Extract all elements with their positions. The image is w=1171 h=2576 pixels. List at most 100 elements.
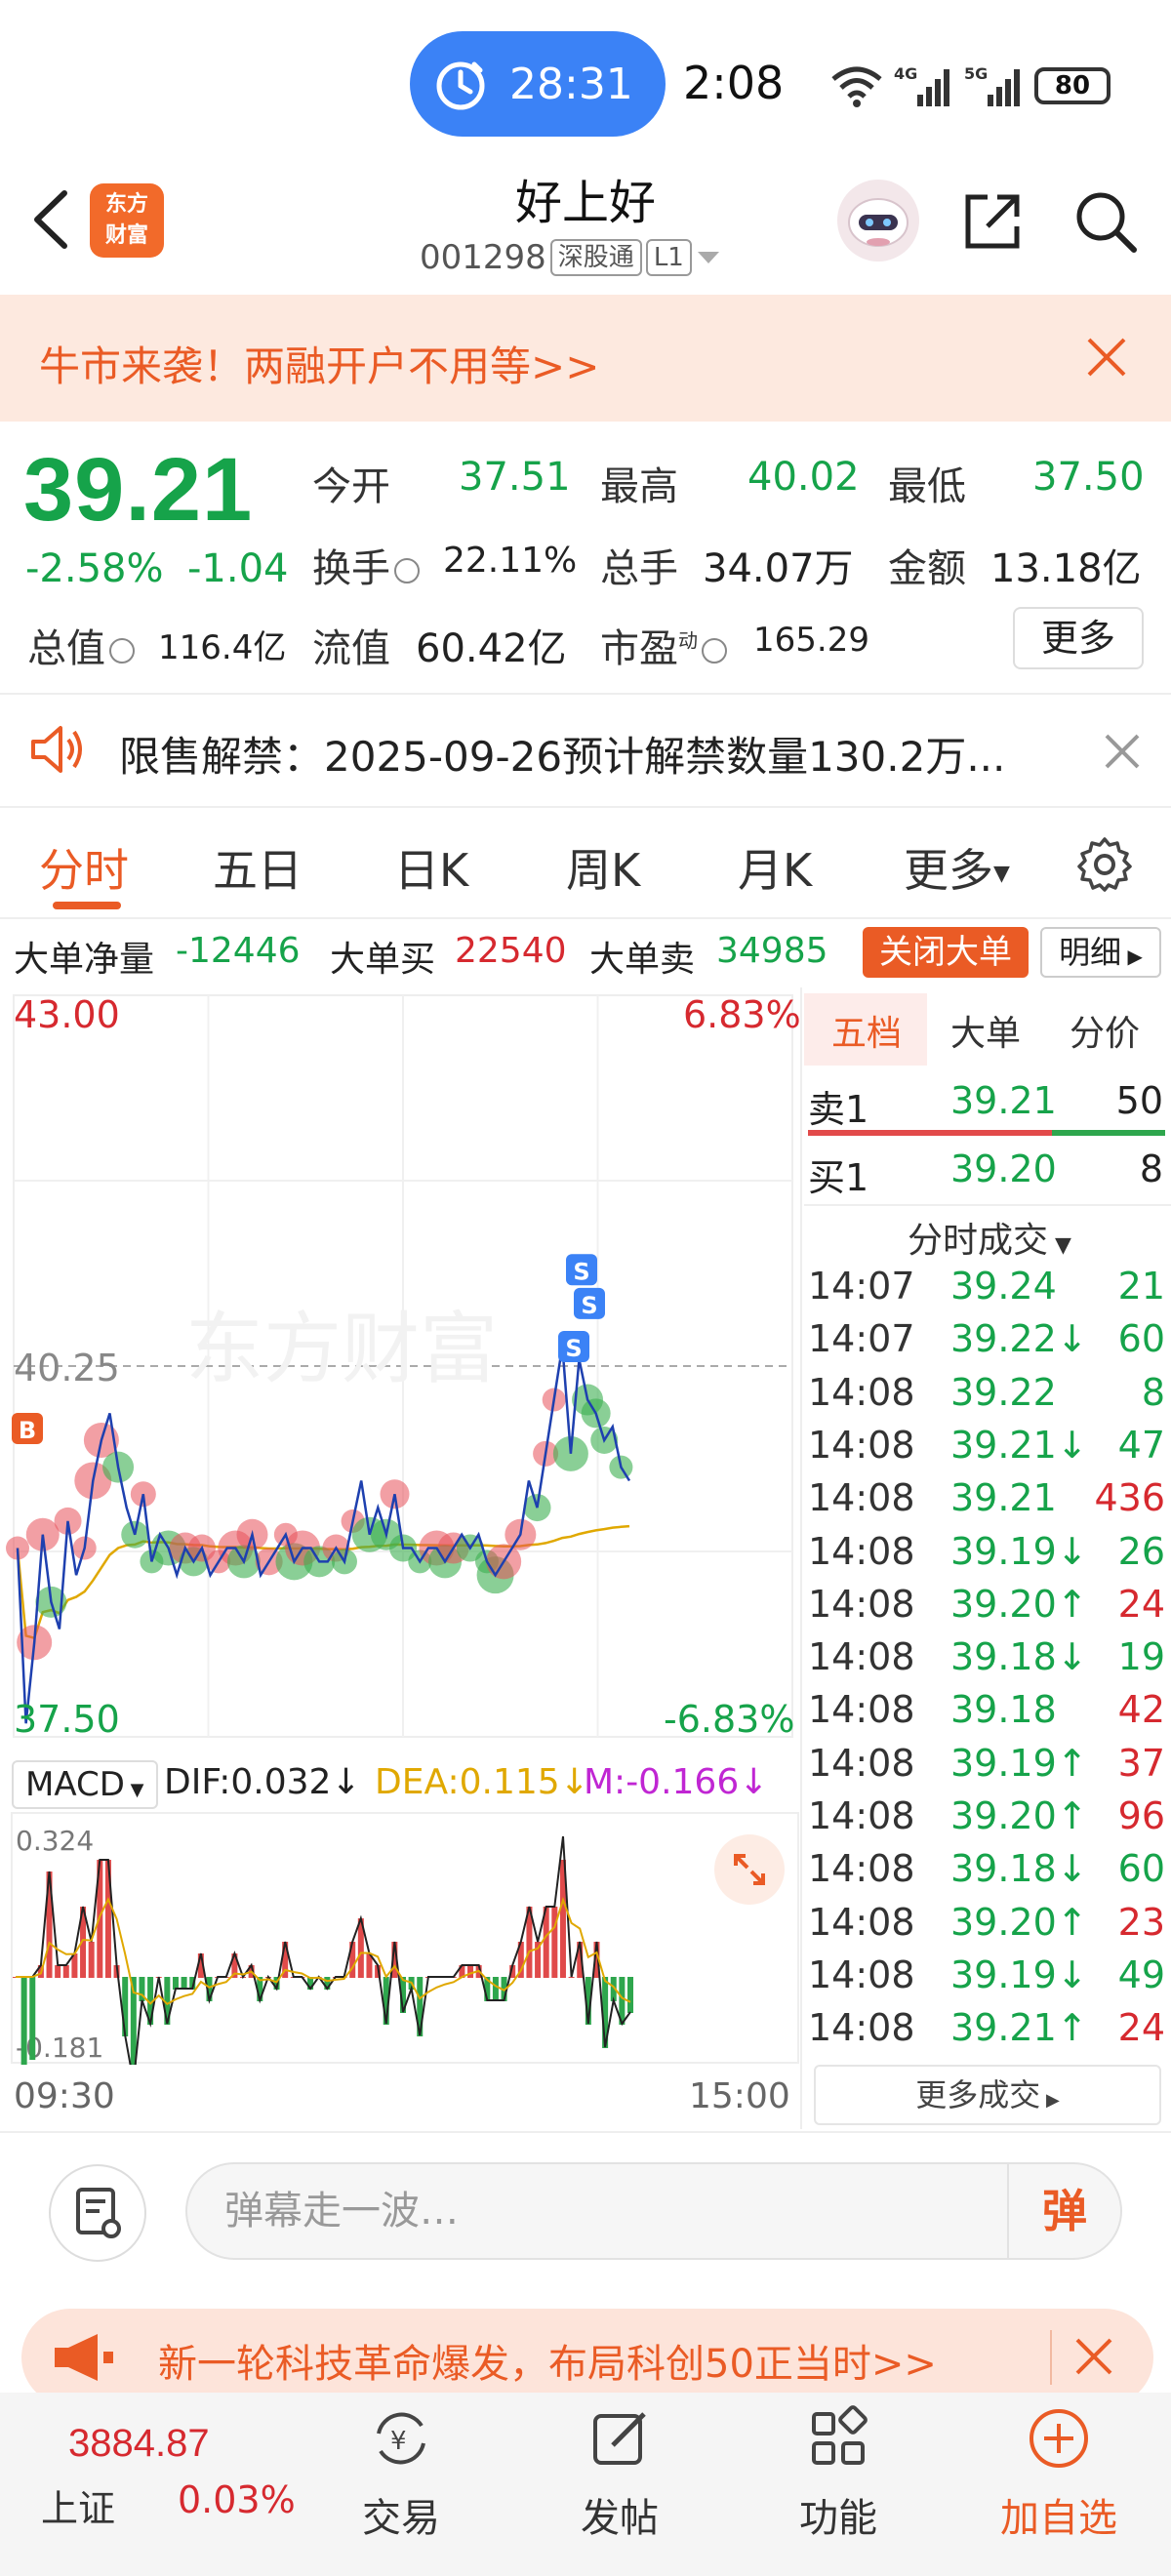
subtab-big-orders[interactable]: 大单 (950, 1005, 1021, 1056)
mktcap-label-text: 总值 (27, 626, 105, 671)
promo-text: 牛市来袭！两融开户不用等>> (39, 342, 600, 390)
float-label: 流值 (312, 626, 390, 671)
turnover-label-text: 换手 (312, 546, 390, 591)
caret-right-icon: ▶ (1040, 2090, 1060, 2111)
gear-icon[interactable] (1075, 835, 1134, 894)
info-icon[interactable] (702, 638, 727, 664)
nav-add-watchlist[interactable]: 加自选 (986, 2404, 1132, 2560)
trade-row: 14:08 39.21↓ 47 (808, 1424, 1169, 1476)
close-icon[interactable] (1103, 732, 1142, 771)
change-amt: -1.04 (187, 546, 289, 591)
tab-intraday[interactable]: 分时 (39, 835, 129, 900)
trade-row: 14:08 39.19↓ 49 (808, 1953, 1169, 2006)
ad-banner[interactable]: 新一轮科技革命爆发，布局科创50正当时>> (21, 2309, 1153, 2406)
sell1-price: 39.21 (950, 1079, 1057, 1122)
trade-price: 39.20↑ (950, 1582, 1088, 1626)
buy1-price: 39.20 (950, 1147, 1057, 1190)
more-trades-button[interactable]: 更多成交 ▶ (814, 2065, 1161, 2125)
share-icon[interactable] (958, 187, 1027, 256)
trade-row: 14:08 39.19↓ 26 (808, 1530, 1169, 1583)
svg-text:¥: ¥ (390, 2427, 407, 2456)
trade-price: 39.21 (950, 1476, 1057, 1520)
timer-pill[interactable]: 28:31 (410, 31, 666, 137)
buy1-row: 买1 39.20 8 (808, 1138, 1169, 1200)
info-icon[interactable] (109, 638, 135, 664)
assistant-robot-icon[interactable] (837, 180, 919, 262)
tab-more[interactable]: 更多▼ (904, 835, 1010, 900)
macd-frame (11, 1812, 799, 2064)
nav-post[interactable]: 发帖 (546, 2404, 693, 2560)
macd-bar (627, 1977, 633, 2013)
intraday-chart[interactable]: 东方财富 BSSS (0, 986, 800, 1747)
macd-bar (29, 1977, 36, 2060)
mktcap-label: 总值 (27, 617, 135, 673)
close-icon[interactable] (1071, 2334, 1116, 2379)
trade-row: 14:08 39.18↓ 19 (808, 1635, 1169, 1688)
nav-post-label: 发帖 (581, 2496, 659, 2541)
index-change[interactable]: 0.03% (178, 2478, 296, 2521)
pct-low-label: -6.83% (664, 1698, 795, 1741)
trade-row: 14:08 39.19↑ 37 (808, 1742, 1169, 1794)
big-sell-label: 大单卖 (589, 940, 696, 980)
close-big-order-button[interactable]: 关闭大单 (863, 927, 1029, 978)
divider (0, 2131, 1171, 2133)
macd-bar (20, 1977, 27, 2065)
info-icon[interactable] (394, 558, 420, 584)
tab-more-label: 更多 (904, 844, 993, 897)
tab-monthly-k[interactable]: 月K (738, 835, 812, 900)
index-name[interactable]: 上证 (41, 2478, 115, 2532)
nav-add-label: 加自选 (1000, 2496, 1117, 2541)
ad-text: 新一轮科技革命爆发，布局科创50正当时>> (158, 2342, 937, 2387)
detail-button[interactable]: 明细 ▶ (1040, 927, 1161, 978)
danmu-input[interactable]: 弹幕走一波… (185, 2162, 1122, 2260)
svg-text:5G: 5G (964, 64, 988, 83)
trade-volume: 436 (1094, 1476, 1165, 1520)
time-start-label: 09:30 (14, 2076, 115, 2116)
caret-down-icon: ▼ (124, 1780, 144, 1800)
big-net-value: -12446 (176, 931, 301, 971)
tab-daily-k[interactable]: 日K (394, 835, 468, 900)
caret-down-icon: ▼ (1048, 1233, 1071, 1258)
index-value[interactable]: 3884.87 (68, 2422, 210, 2466)
trade-volume: 23 (1117, 1900, 1165, 1944)
macd-selector[interactable]: MACD ▼ (12, 1760, 158, 1809)
trades-title[interactable]: 分时成交 ▼ (908, 1212, 1071, 1263)
close-icon[interactable] (1083, 334, 1130, 381)
tab-five-day[interactable]: 五日 (213, 835, 303, 900)
trade-row: 14:07 39.24 21 (808, 1265, 1169, 1317)
divider (1050, 2330, 1052, 2385)
stock-code-row[interactable]: 001298 深股通 L1 (420, 238, 721, 277)
more-quote-button[interactable]: 更多 (1013, 607, 1144, 669)
tab-weekly-k[interactable]: 周K (566, 835, 640, 900)
big-sell-value: 34985 (716, 931, 828, 971)
trade-price: 39.19↓ (950, 1529, 1088, 1573)
nav-trade[interactable]: ¥ 交易 (328, 2404, 474, 2560)
trade-row: 14:08 39.18 42 (808, 1688, 1169, 1741)
trade-row: 14:08 39.21↑ 24 (808, 2006, 1169, 2059)
low-label: 最低 (888, 464, 966, 509)
promo-banner[interactable]: 牛市来袭！两融开户不用等>> (0, 295, 1171, 422)
status-icons: 4G 5G 80 (829, 59, 1110, 113)
nav-functions[interactable]: 功能 (765, 2404, 911, 2560)
nav-functions-label: 功能 (799, 2496, 877, 2541)
trades-title-text: 分时成交 (908, 1221, 1049, 1261)
turnover-value: 22.11% (443, 541, 578, 581)
amount-label: 金额 (888, 546, 966, 591)
trade-volume: 96 (1117, 1794, 1165, 1837)
subtab-five-levels[interactable]: 五档 (831, 1005, 902, 1056)
comment-list-icon[interactable] (49, 2164, 146, 2262)
caret-right-icon: ▶ (1121, 945, 1143, 968)
notice-text[interactable]: 限售解禁：2025-09-26预计解禁数量130.2万... (119, 724, 1005, 784)
subtab-price-dist[interactable]: 分价 (1070, 1005, 1140, 1056)
stopwatch-icon (436, 61, 485, 110)
trade-price: 39.20↑ (950, 1794, 1088, 1837)
low-value: 37.50 (1032, 455, 1145, 500)
danmu-button[interactable]: 弹 (1007, 2164, 1120, 2258)
high-label: 最高 (600, 464, 678, 509)
trade-time: 14:07 (808, 1317, 915, 1361)
divider (804, 1204, 1171, 1206)
status-bar: 28:31 2:08 4G 5G 80 (0, 0, 1171, 166)
trade-time: 14:08 (808, 1794, 915, 1837)
search-icon[interactable] (1071, 187, 1140, 256)
trade-row: 14:08 39.22 8 (808, 1371, 1169, 1424)
